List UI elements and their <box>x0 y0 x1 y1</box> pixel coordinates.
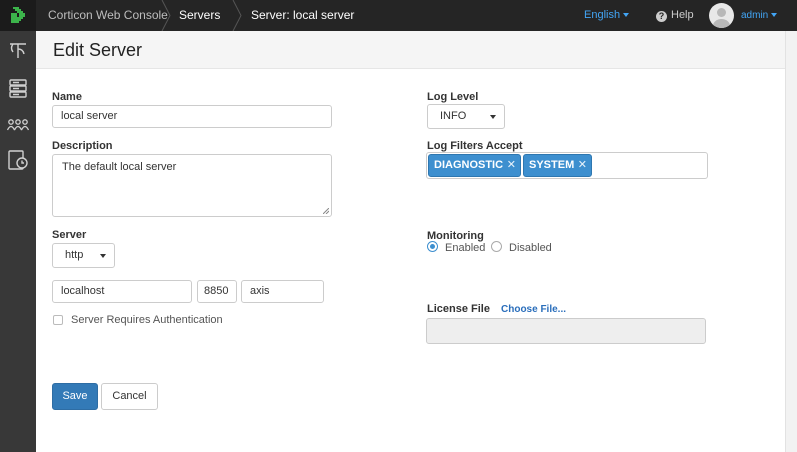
language-label: English <box>584 9 621 21</box>
language-dropdown[interactable]: English <box>584 0 630 31</box>
breadcrumb-current-server: Server: local server <box>251 8 355 22</box>
save-button[interactable]: Save <box>52 383 98 410</box>
server-label: Server <box>52 229 87 241</box>
monitoring-label: Monitoring <box>427 230 484 242</box>
name-label: Name <box>52 91 82 103</box>
description-text: The default local server <box>62 161 177 173</box>
user-name: admin <box>741 10 769 21</box>
page-title: Edit Server <box>53 40 143 60</box>
logo-icon[interactable] <box>0 0 36 31</box>
breadcrumb-separator-icon <box>161 0 171 31</box>
filter-tag-diagnostic: DIAGNOSTIC ✕ <box>428 154 521 177</box>
chevron-down-icon <box>771 13 778 17</box>
scrollbar[interactable] <box>785 31 797 452</box>
sidebar <box>0 31 36 452</box>
help-label: Help <box>671 9 694 21</box>
monitoring-disabled-radio[interactable] <box>491 241 502 252</box>
top-navbar: Corticon Web Console Servers Server: loc… <box>0 0 797 31</box>
page-header: Edit Server <box>36 31 785 69</box>
remove-tag-icon[interactable]: ✕ <box>507 155 516 176</box>
monitor-icon[interactable] <box>6 148 30 172</box>
deploy-icon[interactable] <box>6 39 30 63</box>
auth-label: Server Requires Authentication <box>71 314 223 326</box>
help-icon: ? <box>656 11 667 22</box>
log-level-label: Log Level <box>427 91 479 103</box>
log-level-select[interactable]: INFO <box>427 104 505 129</box>
breadcrumb-servers[interactable]: Servers <box>179 0 220 31</box>
cancel-button[interactable]: Cancel <box>101 383 158 410</box>
user-dropdown[interactable]: admin <box>741 0 778 31</box>
remove-tag-icon[interactable]: ✕ <box>578 155 587 176</box>
port-field[interactable]: 8850 <box>197 280 237 303</box>
monitoring-enabled-label: Enabled <box>445 242 486 254</box>
breadcrumb-separator-icon <box>232 0 242 31</box>
host-field[interactable]: localhost <box>52 280 192 303</box>
resize-handle-icon[interactable] <box>323 208 329 214</box>
license-file-box[interactable] <box>426 318 706 344</box>
avatar[interactable] <box>709 3 734 28</box>
choose-file-link[interactable]: Choose File... <box>501 304 566 315</box>
protocol-value: http <box>65 249 84 261</box>
users-icon[interactable] <box>6 113 30 137</box>
monitoring-enabled-radio[interactable] <box>427 241 438 252</box>
monitoring-disabled-label: Disabled <box>509 242 552 254</box>
app-name-link[interactable]: Corticon Web Console <box>48 0 168 31</box>
chevron-down-icon <box>490 115 496 119</box>
license-file-label: License File <box>427 303 490 315</box>
chevron-down-icon <box>100 254 106 258</box>
help-link[interactable]: ? Help <box>656 0 694 31</box>
log-filters-input[interactable]: DIAGNOSTIC ✕ SYSTEM ✕ <box>426 152 708 179</box>
description-field[interactable]: The default local server <box>52 154 332 217</box>
servers-icon[interactable] <box>6 76 30 100</box>
tag-label: SYSTEM <box>529 159 575 171</box>
auth-checkbox[interactable] <box>53 315 63 325</box>
log-level-value: INFO <box>440 110 467 122</box>
name-field[interactable]: local server <box>52 105 332 128</box>
chevron-down-icon <box>623 13 630 17</box>
protocol-select[interactable]: http <box>52 243 115 268</box>
tag-label: DIAGNOSTIC <box>434 159 504 171</box>
description-label: Description <box>52 140 113 152</box>
filter-tag-system: SYSTEM ✕ <box>523 154 592 177</box>
path-field[interactable]: axis <box>241 280 324 303</box>
log-filters-label: Log Filters Accept <box>427 140 523 152</box>
